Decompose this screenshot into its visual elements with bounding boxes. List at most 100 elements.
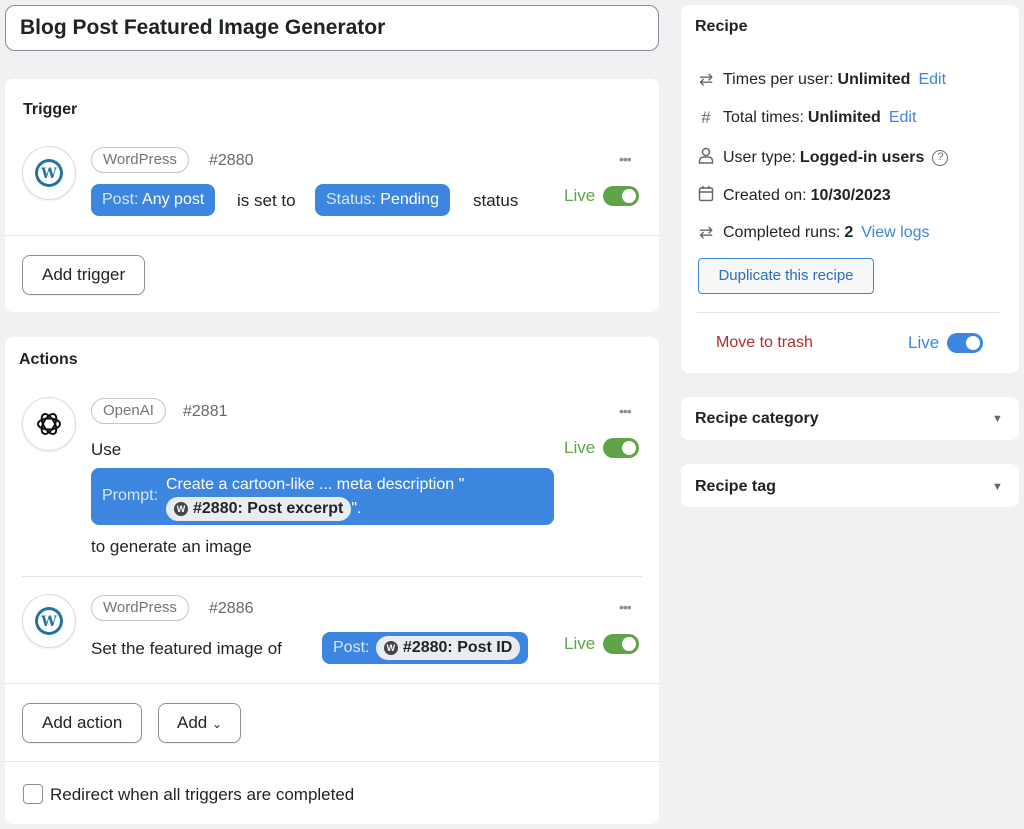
times-per-user-row: ⇄ Times per user: Unlimited Edit <box>697 70 946 90</box>
toggle-switch[interactable] <box>603 438 640 458</box>
trigger-divider <box>5 235 659 236</box>
toggle-switch[interactable] <box>947 333 984 353</box>
action2-menu-icon[interactable]: ••• <box>619 599 632 615</box>
user-type-value: Logged-in users <box>799 149 925 166</box>
post-id-token-pill[interactable]: Post: W #2880: Post ID <box>322 632 529 664</box>
created-on-label: Created on: <box>723 187 807 204</box>
wordpress-avatar: W <box>22 594 76 648</box>
caret-down-icon: ▼ <box>992 481 1003 493</box>
user-type-row: User type: Logged-in users ? <box>697 147 949 169</box>
created-on-value: 10/30/2023 <box>810 187 891 204</box>
action2-integration-badge: WordPress <box>91 595 189 621</box>
actions-divider <box>22 576 642 577</box>
status-token-pill[interactable]: Status: Pending <box>315 184 450 216</box>
user-icon <box>697 147 715 169</box>
post-token-label: Post: <box>102 191 139 208</box>
view-logs-link[interactable]: View logs <box>861 224 929 242</box>
action1-live-label: Live <box>564 438 596 457</box>
redirect-divider <box>5 761 659 762</box>
action1-use-text: Use <box>91 440 122 459</box>
action2-id: #2886 <box>209 600 254 617</box>
trigger-menu-icon[interactable]: ••• <box>619 151 632 167</box>
toggle-switch[interactable] <box>603 186 640 206</box>
prompt-token-pill[interactable]: Prompt: Create a cartoon-like ... meta d… <box>91 468 554 525</box>
redirect-checkbox[interactable] <box>23 784 43 804</box>
times-per-user-label: Times per user: <box>723 71 834 88</box>
svg-text:W: W <box>40 166 57 182</box>
total-times-label: Total times: <box>723 109 804 126</box>
hash-icon: # <box>701 108 711 127</box>
status-token-label: Status: <box>326 191 376 208</box>
repeat-icon: ⇄ <box>698 223 714 242</box>
post-id-label: Post: <box>333 639 370 656</box>
chevron-down-icon: ⌄ <box>211 717 223 731</box>
wordpress-icon: W <box>35 607 63 635</box>
action2-live-label: Live <box>564 634 596 653</box>
wordpress-avatar: W <box>22 146 76 200</box>
prompt-label: Prompt: <box>102 487 159 504</box>
move-to-trash-link[interactable]: Move to trash <box>716 334 813 352</box>
recipe-sidebar-divider <box>697 312 1001 313</box>
wordpress-icon: W <box>383 640 398 655</box>
completed-runs-label: Completed runs: <box>723 224 841 241</box>
trigger-card: Trigger W WordPress #2880 ••• Post: Any … <box>5 79 659 312</box>
recipe-live-toggle[interactable]: Live <box>908 333 984 353</box>
trigger-live-label: Live <box>564 186 596 205</box>
trigger-id: #2880 <box>209 152 254 169</box>
actions-card: Actions OpenAI #2881 ••• Use Live Prompt… <box>5 337 659 824</box>
openai-avatar <box>22 397 76 451</box>
trigger-text-end: status <box>473 191 519 210</box>
add-dropdown-button[interactable]: Add ⌄ <box>158 703 242 743</box>
post-token-value: Any post <box>142 191 205 208</box>
trigger-live-toggle[interactable]: Live <box>564 186 640 206</box>
recipe-title-input[interactable]: Blog Post Featured Image Generator <box>5 5 659 51</box>
edit-total-times-link[interactable]: Edit <box>889 109 917 127</box>
openai-icon <box>37 413 61 435</box>
total-times-value: Unlimited <box>807 109 881 126</box>
created-on-row: Created on: 10/30/2023 <box>697 185 891 207</box>
action1-id: #2881 <box>183 403 228 420</box>
add-dropdown-label: Add <box>177 713 208 732</box>
recipe-category-panel[interactable]: Recipe category ▼ <box>681 397 1019 440</box>
help-icon[interactable]: ? <box>932 150 949 166</box>
trigger-text-mid: is set to <box>237 191 296 210</box>
caret-down-icon: ▼ <box>992 413 1003 425</box>
actions-bottom-divider <box>5 683 659 684</box>
redirect-label: Redirect when all triggers are completed <box>50 785 355 804</box>
recipe-category-heading: Recipe category <box>695 410 819 427</box>
recipe-tag-heading: Recipe tag <box>695 478 776 495</box>
openai-integration-badge: OpenAI <box>91 398 166 424</box>
wordpress-icon: W <box>35 159 63 187</box>
calendar-icon <box>697 185 715 207</box>
trigger-heading: Trigger <box>23 101 78 118</box>
times-per-user-value: Unlimited <box>837 71 911 88</box>
duplicate-recipe-button[interactable]: Duplicate this recipe <box>698 258 874 294</box>
repeat-icon: ⇄ <box>698 70 714 89</box>
wordpress-icon: W <box>174 502 188 516</box>
add-trigger-button[interactable]: Add trigger <box>22 255 146 295</box>
actions-heading: Actions <box>19 351 78 368</box>
action1-menu-icon[interactable]: ••• <box>619 403 632 419</box>
recipe-live-label: Live <box>908 333 940 352</box>
toggle-switch[interactable] <box>603 634 640 654</box>
action2-live-toggle[interactable]: Live <box>564 634 640 654</box>
recipe-tag-panel[interactable]: Recipe tag ▼ <box>681 464 1019 507</box>
total-times-row: # Total times: Unlimited Edit <box>697 108 916 128</box>
completed-runs-value: 2 <box>844 224 854 241</box>
post-token-pill[interactable]: Post: Any post <box>91 184 216 216</box>
status-token-value: Pending <box>380 191 439 208</box>
completed-runs-row: ⇄ Completed runs: 2 View logs <box>697 223 930 243</box>
add-action-button[interactable]: Add action <box>22 703 143 743</box>
action1-live-toggle[interactable]: Live <box>564 438 640 458</box>
post-id-token: W #2880: Post ID <box>375 635 521 660</box>
action1-suffix-text: to generate an image <box>91 537 252 556</box>
post-excerpt-token: W #2880: Post excerpt <box>166 497 352 521</box>
edit-times-per-user-link[interactable]: Edit <box>918 71 946 89</box>
prompt-text: Create a cartoon-like ... meta descripti… <box>166 476 465 493</box>
recipe-sidebar-heading: Recipe <box>695 18 748 35</box>
action2-text: Set the featured image of <box>91 639 282 658</box>
svg-text:W: W <box>40 614 57 630</box>
user-type-label: User type: <box>723 149 796 166</box>
post-id-token-text: #2880: Post ID <box>402 638 513 656</box>
post-excerpt-token-text: #2880: Post excerpt <box>193 500 344 517</box>
